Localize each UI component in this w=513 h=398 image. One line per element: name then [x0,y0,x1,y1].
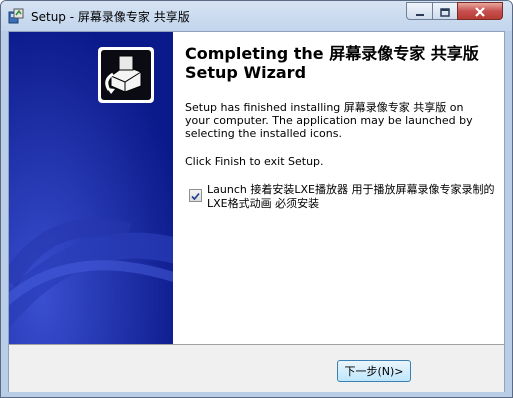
launch-option-label[interactable]: Launch 接着安装LXE播放器 用于播放屏幕录像专家录制的LXE格式动画 必… [207,183,497,211]
maximize-button[interactable] [432,2,458,20]
minimize-icon [415,2,425,21]
completion-message: Setup has finished installing 屏幕录像专家 共享版… [185,101,473,140]
finish-instruction: Click Finish to exit Setup. [185,155,324,168]
close-button[interactable] [457,2,503,20]
window-title: Setup - 屏幕录像专家 共享版 [31,10,190,24]
next-button[interactable]: 下一步(N)> [337,360,411,382]
maximize-icon [440,2,450,21]
setup-logo-icon [97,46,155,104]
close-icon [474,2,486,21]
launch-checkbox[interactable] [189,189,202,202]
wizard-client-area: Completing the 屏幕录像专家 共享版 Setup Wizard S… [8,31,505,392]
wizard-button-bar: 下一步(N)> [9,344,504,392]
minimize-button[interactable] [406,2,433,20]
setup-window: Setup - 屏幕录像专家 共享版 Completing the 屏幕录像专家… [0,0,513,398]
wizard-content: Completing the 屏幕录像专家 共享版 Setup Wizard S… [185,32,503,344]
checkmark-icon [191,186,200,205]
wizard-side-banner [9,32,173,344]
page-title: Completing the 屏幕录像专家 共享版 Setup Wizard [185,44,479,82]
title-bar[interactable]: Setup - 屏幕录像专家 共享版 [1,1,512,31]
setup-app-icon [8,8,24,24]
